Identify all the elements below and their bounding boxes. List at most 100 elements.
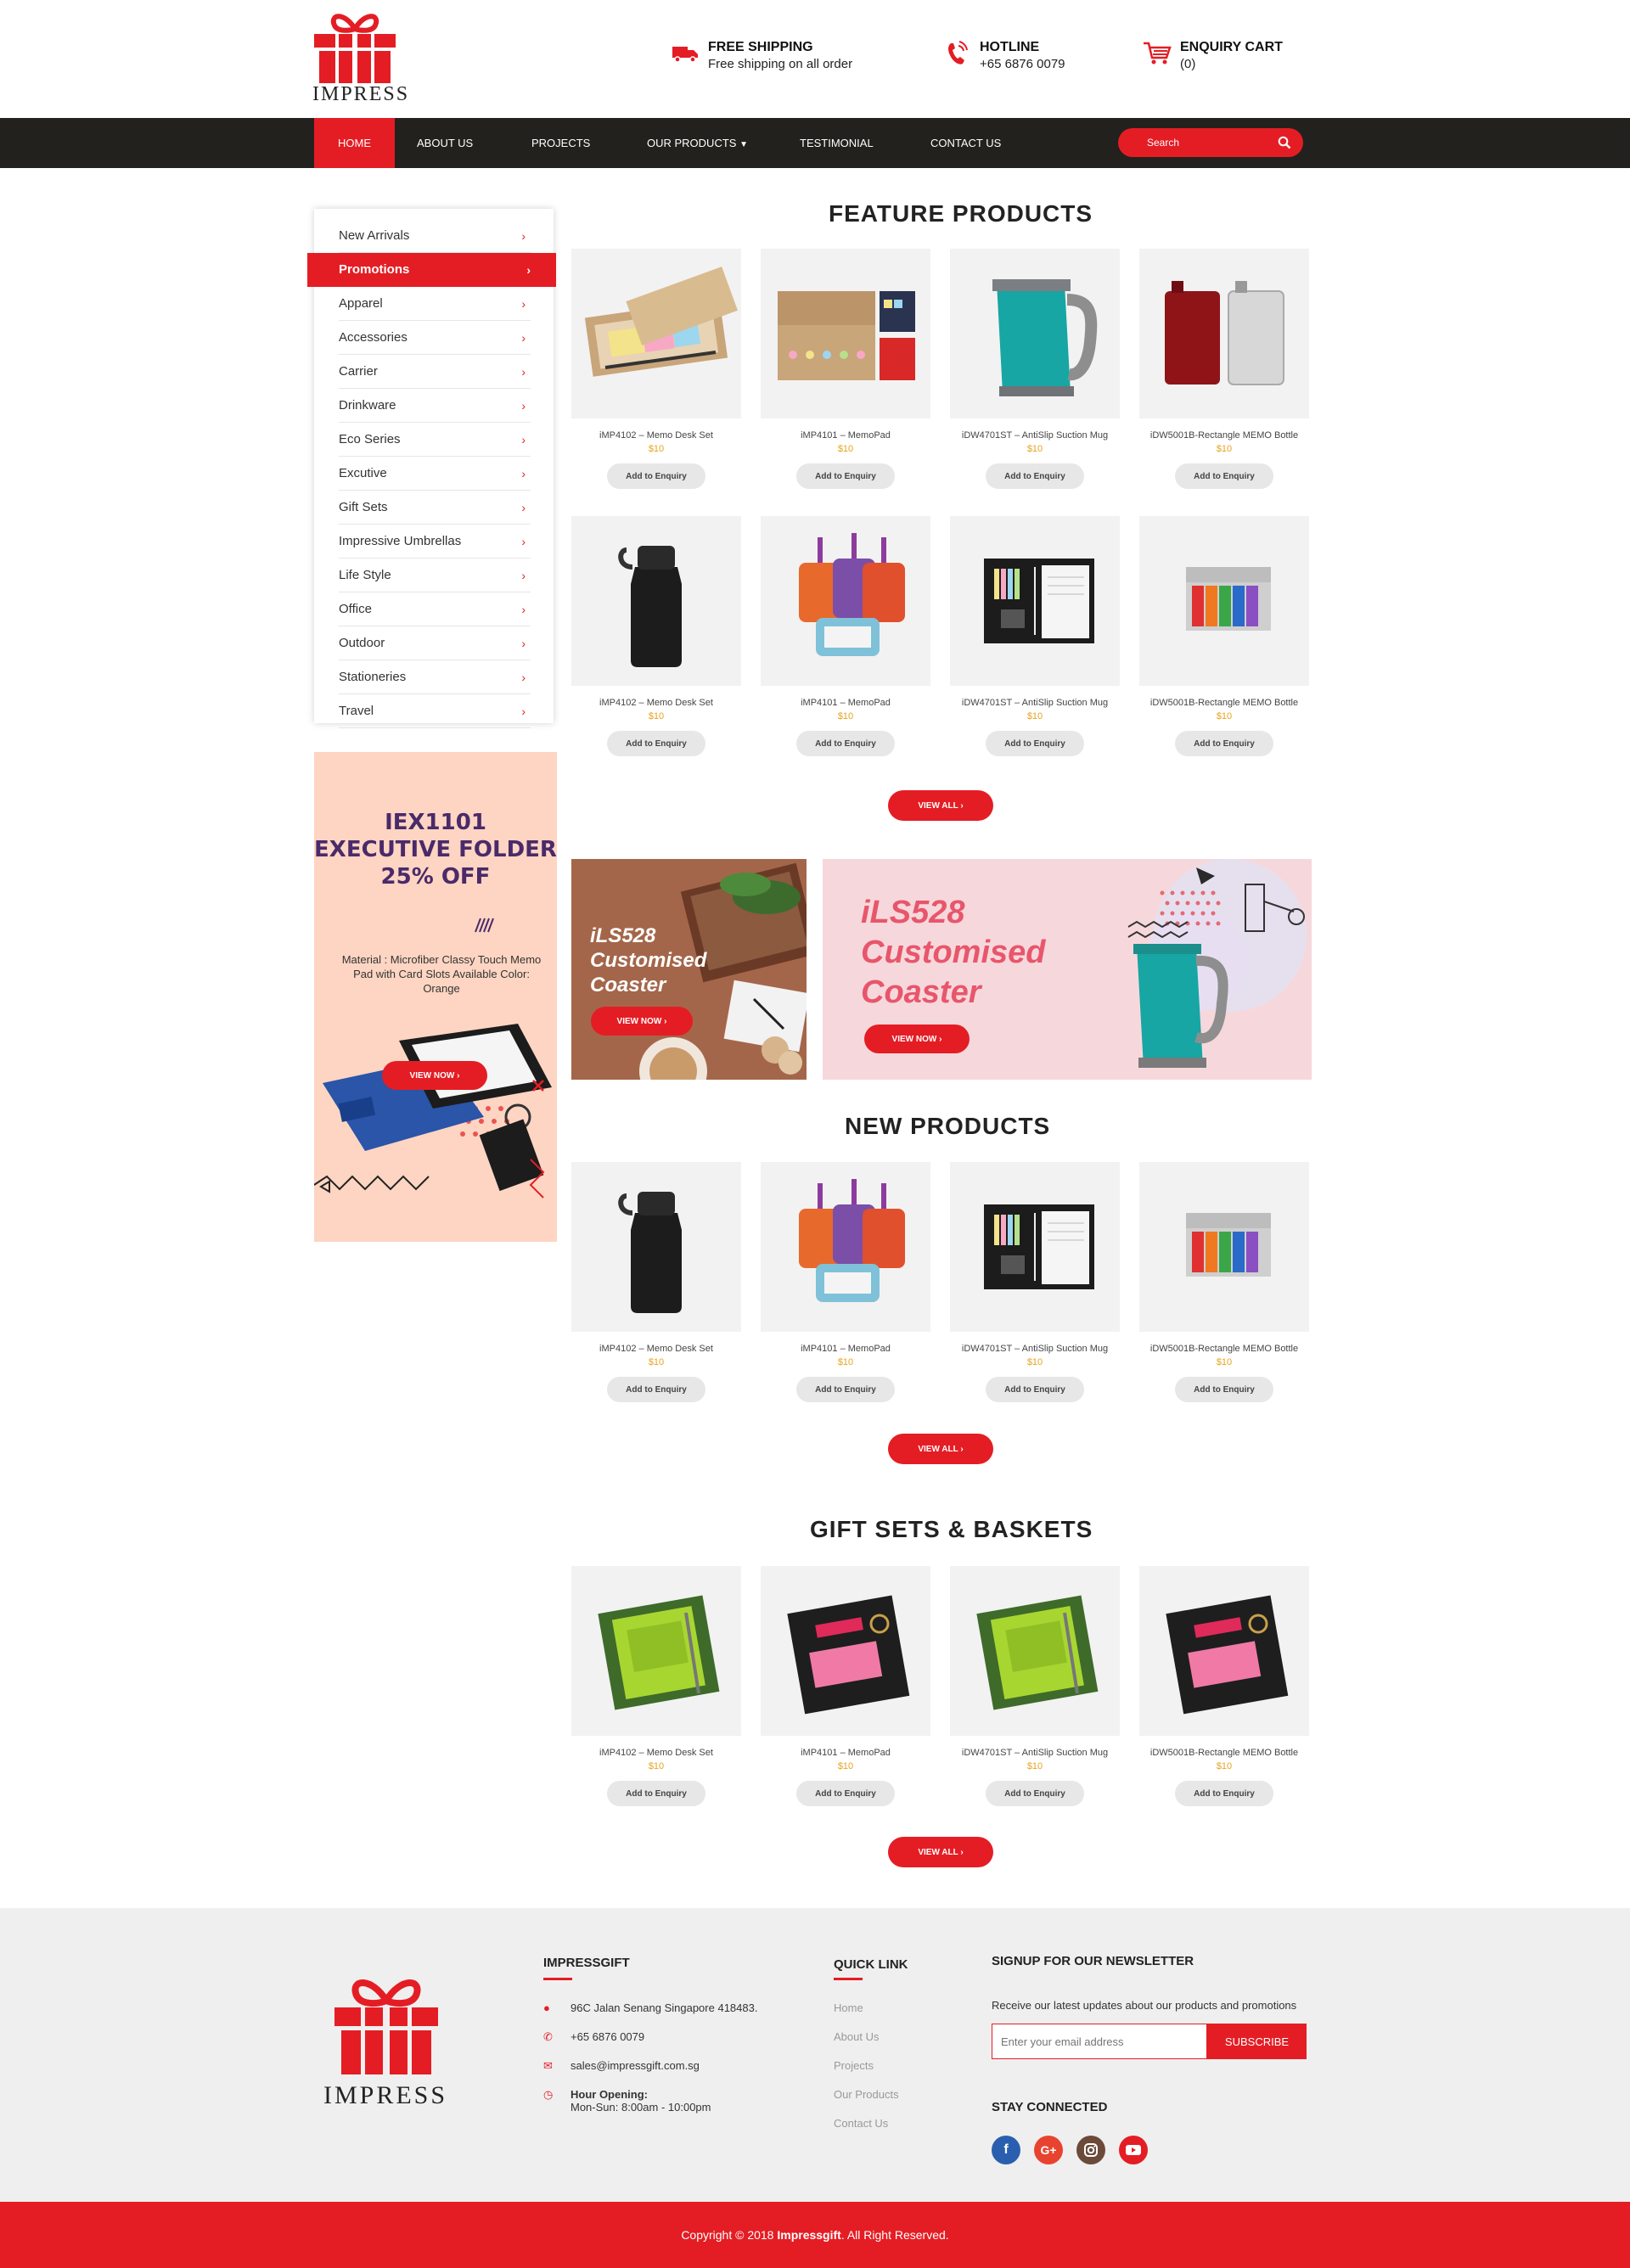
promo-banner[interactable]: IEX1101 EXECUTIVE FOLDER 25% OFF Materia…: [314, 752, 557, 1242]
sidebar-item[interactable]: Gift Sets ›: [339, 491, 531, 525]
copyright-brand[interactable]: Impressgift: [777, 2228, 840, 2242]
quick-link[interactable]: Projects: [834, 2059, 874, 2072]
newsletter-email-input[interactable]: [992, 2024, 1207, 2059]
add-to-enquiry-button[interactable]: Add to Enquiry: [1175, 463, 1273, 489]
quick-link[interactable]: Our Products: [834, 2088, 899, 2101]
product-image[interactable]: [761, 516, 930, 686]
sidebar-item[interactable]: Accessories ›: [339, 321, 531, 355]
sidebar-item[interactable]: Drinkware ›: [339, 389, 531, 423]
product-card[interactable]: iMP4101 – MemoPad $10 Add to Enquiry: [761, 516, 930, 756]
product-card[interactable]: iMP4101 – MemoPad $10 Add to Enquiry: [761, 1566, 930, 1806]
search-icon[interactable]: [1278, 136, 1291, 149]
product-image[interactable]: [761, 1566, 930, 1736]
add-to-enquiry-button[interactable]: Add to Enquiry: [796, 731, 895, 756]
sidebar-item[interactable]: Stationeries ›: [339, 660, 531, 694]
featured-view-all-button[interactable]: VIEW ALL ›: [888, 790, 993, 821]
coaster-small-view-now-button[interactable]: VIEW NOW ›: [591, 1007, 693, 1036]
product-card[interactable]: iMP4102 – Memo Desk Set $10 Add to Enquiry: [571, 1162, 741, 1402]
product-name[interactable]: iDW4701ST – AntiSlip Suction Mug: [950, 430, 1120, 441]
sidebar-item[interactable]: Impressive Umbrellas ›: [339, 525, 531, 559]
sidebar-item[interactable]: Office ›: [339, 592, 531, 626]
footer-email[interactable]: ✉ sales@impressgift.com.sg: [543, 2059, 700, 2073]
add-to-enquiry-button[interactable]: Add to Enquiry: [796, 1781, 895, 1806]
product-image[interactable]: [571, 1566, 741, 1736]
sidebar-item[interactable]: Travel ›: [339, 694, 531, 728]
product-image[interactable]: [571, 516, 741, 686]
product-name[interactable]: iMP4101 – MemoPad: [761, 1748, 930, 1758]
product-name[interactable]: iDW5001B-Rectangle MEMO Bottle: [1139, 430, 1309, 441]
footer-phone[interactable]: ✆ +65 6876 0079: [543, 2030, 644, 2044]
product-name[interactable]: iMP4101 – MemoPad: [761, 430, 930, 441]
nav-our-products[interactable]: OUR PRODUCTS ▼: [647, 118, 748, 168]
product-card[interactable]: iDW5001B-Rectangle MEMO Bottle $10 Add to …: [1139, 1566, 1309, 1806]
sidebar-item[interactable]: Excutive ›: [339, 457, 531, 491]
product-image[interactable]: [571, 249, 741, 418]
add-to-enquiry-button[interactable]: Add to Enquiry: [986, 463, 1084, 489]
sidebar-item[interactable]: Life Style ›: [339, 559, 531, 592]
product-card[interactable]: iDW4701ST – AntiSlip Suction Mug $10 Add t…: [950, 516, 1120, 756]
add-to-enquiry-button[interactable]: Add to Enquiry: [986, 1781, 1084, 1806]
product-image[interactable]: [1139, 516, 1309, 686]
product-card[interactable]: iDW4701ST – AntiSlip Suction Mug $10 Add t…: [950, 1566, 1120, 1806]
product-name[interactable]: iMP4101 – MemoPad: [761, 698, 930, 708]
product-name[interactable]: iDW4701ST – AntiSlip Suction Mug: [950, 1344, 1120, 1354]
add-to-enquiry-button[interactable]: Add to Enquiry: [1175, 1781, 1273, 1806]
product-name[interactable]: iDW4701ST – AntiSlip Suction Mug: [950, 1748, 1120, 1758]
instagram-icon[interactable]: [1076, 2136, 1105, 2164]
enquiry-cart[interactable]: ENQUIRY CART (0): [1143, 39, 1283, 73]
add-to-enquiry-button[interactable]: Add to Enquiry: [1175, 731, 1273, 756]
product-name[interactable]: iDW4701ST – AntiSlip Suction Mug: [950, 698, 1120, 708]
product-image[interactable]: [761, 1162, 930, 1332]
new-products-view-all-button[interactable]: VIEW ALL ›: [888, 1434, 993, 1464]
quick-link[interactable]: Home: [834, 2001, 863, 2014]
quick-link[interactable]: About Us: [834, 2030, 879, 2043]
product-name[interactable]: iDW5001B-Rectangle MEMO Bottle: [1139, 1344, 1309, 1354]
coaster-banner-small[interactable]: iLS528 Customised Coaster VIEW NOW ›: [571, 859, 807, 1080]
nav-projects[interactable]: PROJECTS: [531, 118, 590, 168]
sidebar-item[interactable]: Promotions ›: [307, 253, 556, 287]
product-name[interactable]: iMP4101 – MemoPad: [761, 1344, 930, 1354]
quick-link[interactable]: Contact Us: [834, 2117, 888, 2130]
nav-contact-us[interactable]: CONTACT US: [930, 118, 1001, 168]
add-to-enquiry-button[interactable]: Add to Enquiry: [607, 1377, 705, 1402]
add-to-enquiry-button[interactable]: Add to Enquiry: [607, 463, 705, 489]
product-image[interactable]: [950, 249, 1120, 418]
product-name[interactable]: iMP4102 – Memo Desk Set: [571, 1344, 741, 1354]
sidebar-item[interactable]: New Arrivals ›: [339, 219, 531, 253]
sidebar-item[interactable]: Outdoor ›: [339, 626, 531, 660]
product-name[interactable]: iDW5001B-Rectangle MEMO Bottle: [1139, 1748, 1309, 1758]
product-card[interactable]: iMP4102 – Memo Desk Set $10 Add to Enquiry: [571, 1566, 741, 1806]
add-to-enquiry-button[interactable]: Add to Enquiry: [607, 1781, 705, 1806]
promo-view-now-button[interactable]: VIEW NOW ›: [382, 1061, 487, 1090]
gift-sets-view-all-button[interactable]: VIEW ALL ›: [888, 1837, 993, 1867]
product-card[interactable]: iMP4101 – MemoPad $10 Add to Enquiry: [761, 1162, 930, 1402]
coaster-large-view-now-button[interactable]: VIEW NOW ›: [864, 1025, 970, 1053]
product-card[interactable]: iDW5001B-Rectangle MEMO Bottle $10 Add to …: [1139, 249, 1309, 489]
subscribe-button[interactable]: SUBSCRIBE: [1207, 2024, 1307, 2059]
sidebar-item[interactable]: Apparel ›: [339, 287, 531, 321]
product-image[interactable]: [1139, 1162, 1309, 1332]
product-name[interactable]: iMP4102 – Memo Desk Set: [571, 698, 741, 708]
add-to-enquiry-button[interactable]: Add to Enquiry: [796, 463, 895, 489]
sidebar-item[interactable]: Eco Series ›: [339, 423, 531, 457]
product-name[interactable]: iMP4102 – Memo Desk Set: [571, 1748, 741, 1758]
product-image[interactable]: [1139, 1566, 1309, 1736]
product-image[interactable]: [950, 1566, 1120, 1736]
product-card[interactable]: iDW5001B-Rectangle MEMO Bottle $10 Add to …: [1139, 1162, 1309, 1402]
nav-testimonial[interactable]: TESTIMONIAL: [800, 118, 874, 168]
product-card[interactable]: iDW4701ST – AntiSlip Suction Mug $10 Add t…: [950, 249, 1120, 489]
facebook-icon[interactable]: f: [992, 2136, 1020, 2164]
product-image[interactable]: [950, 516, 1120, 686]
google-plus-icon[interactable]: G+: [1034, 2136, 1063, 2164]
product-name[interactable]: iMP4102 – Memo Desk Set: [571, 430, 741, 441]
product-card[interactable]: iMP4101 – MemoPad $10 Add to Enquiry: [761, 249, 930, 489]
nav-about-us[interactable]: ABOUT US: [417, 118, 473, 168]
product-name[interactable]: iDW5001B-Rectangle MEMO Bottle: [1139, 698, 1309, 708]
add-to-enquiry-button[interactable]: Add to Enquiry: [796, 1377, 895, 1402]
add-to-enquiry-button[interactable]: Add to Enquiry: [986, 1377, 1084, 1402]
product-card[interactable]: iDW5001B-Rectangle MEMO Bottle $10 Add to …: [1139, 516, 1309, 756]
hotline-number[interactable]: +65 6876 0079: [980, 56, 1065, 73]
product-image[interactable]: [1139, 249, 1309, 418]
product-card[interactable]: iDW4701ST – AntiSlip Suction Mug $10 Add t…: [950, 1162, 1120, 1402]
youtube-icon[interactable]: [1119, 2136, 1148, 2164]
